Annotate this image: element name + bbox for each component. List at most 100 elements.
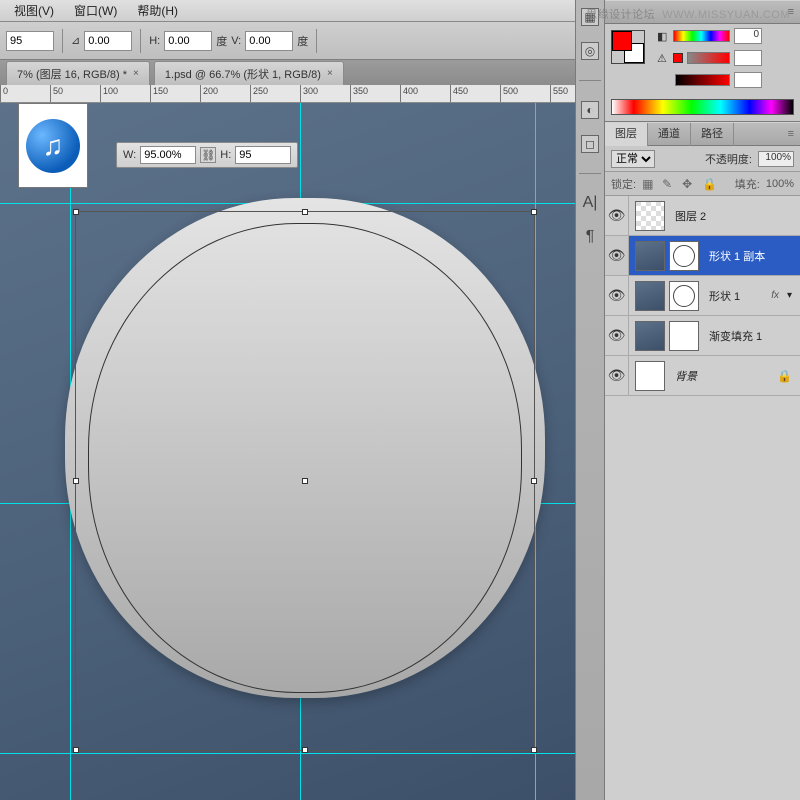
transform-handle[interactable] (73, 747, 79, 753)
h-label: H: (220, 149, 231, 161)
sat-slider[interactable] (687, 52, 730, 64)
visibility-icon[interactable]: 👁 (605, 276, 629, 315)
layer-name[interactable]: 形状 1 副本 (705, 248, 800, 264)
adjustments-icon[interactable]: ◐ (581, 101, 599, 119)
h-value-input[interactable] (235, 146, 291, 164)
layer-row[interactable]: 👁 渐变填充 1 (605, 316, 800, 356)
degree-label-2: 度 (297, 33, 308, 49)
lock-position-icon[interactable]: ✥ (682, 177, 696, 191)
layer-name[interactable]: 图层 2 (671, 208, 800, 224)
hue-value[interactable]: 0 (734, 28, 762, 44)
doc-tab-2[interactable]: 1.psd @ 66.7% (形状 1, RGB/8) × (154, 61, 344, 85)
transform-handle[interactable] (531, 747, 537, 753)
layer-name[interactable]: 背景 (671, 368, 777, 384)
layer-thumbnail[interactable] (635, 361, 665, 391)
close-icon[interactable]: × (133, 68, 139, 79)
sat-value[interactable] (734, 50, 762, 66)
color-panel-header: ≡ (605, 0, 800, 24)
transform-handle[interactable] (531, 478, 537, 484)
visibility-icon[interactable]: 👁 (605, 196, 629, 235)
x-input[interactable] (6, 31, 54, 51)
lock-transparency-icon[interactable]: ▦ (642, 177, 656, 191)
lock-all-icon[interactable]: 🔒 (702, 177, 716, 191)
fill-label: 填充: (735, 176, 760, 192)
layer-row[interactable]: 👁 图层 2 (605, 196, 800, 236)
layer-row[interactable]: 👁 形状 1 fx ▾ (605, 276, 800, 316)
vector-mask-thumbnail[interactable] (669, 241, 699, 271)
transform-wh-readout: W: ⛓ H: (116, 142, 298, 168)
w-value-input[interactable] (140, 146, 196, 164)
transform-handle[interactable] (73, 478, 79, 484)
color-swatch-mini (673, 53, 683, 63)
blend-mode-select[interactable]: 正常 (611, 150, 655, 168)
transform-handle[interactable] (531, 209, 537, 215)
v-input[interactable] (245, 31, 293, 51)
canvas-area[interactable] (0, 103, 575, 800)
shape-path-outline (88, 223, 522, 693)
color-panel: ◧ 0 ⚠ (605, 24, 800, 122)
layer-thumbnail[interactable] (635, 321, 665, 351)
layer-name[interactable]: 渐变填充 1 (705, 328, 800, 344)
tab-paths[interactable]: 路径 (691, 123, 734, 146)
layer-mask-thumbnail[interactable] (669, 321, 699, 351)
opacity-label: 不透明度: (705, 151, 752, 167)
layer-row[interactable]: 👁 背景 🔒 (605, 356, 800, 396)
swatches-icon[interactable]: ▦ (581, 8, 599, 26)
lock-icon: 🔒 (777, 369, 800, 383)
doc-tab-1[interactable]: 7% (图层 16, RGB/8) * × (6, 61, 150, 85)
fill-value[interactable]: 100% (766, 178, 794, 190)
slider-icon: ◧ (657, 30, 669, 42)
visibility-icon[interactable]: 👁 (605, 236, 629, 275)
character-panel-icon[interactable]: A| (583, 194, 598, 212)
lock-label: 锁定: (611, 176, 636, 192)
chevron-down-icon[interactable]: ▾ (787, 290, 800, 301)
vector-mask-thumbnail[interactable] (669, 281, 699, 311)
layer-row[interactable]: 👁 形状 1 副本 (605, 236, 800, 276)
tab-layers[interactable]: 图层 (605, 123, 648, 146)
layer-name[interactable]: 形状 1 (705, 288, 763, 304)
masks-icon[interactable]: ◻ (581, 135, 599, 153)
styles-icon[interactable]: ◎ (581, 42, 599, 60)
itunes-icon: ♫ (26, 119, 80, 173)
layer-thumbnail[interactable] (635, 201, 665, 231)
transform-handle[interactable] (302, 747, 308, 753)
bri-slider[interactable] (675, 74, 730, 86)
bri-value[interactable] (734, 72, 762, 88)
layer-effects-icon[interactable]: fx (763, 290, 787, 301)
opacity-value[interactable]: 100% (758, 151, 794, 167)
layers-panel-header: 图层 通道 路径 ≡ (605, 122, 800, 146)
close-icon[interactable]: × (327, 68, 333, 79)
h-label: H: (149, 35, 160, 47)
collapsed-panel-strip: ▦ ◎ ◐ ◻ A| ¶ (575, 0, 605, 800)
menu-view[interactable]: 视图(V) (4, 2, 64, 19)
paragraph-panel-icon[interactable]: ¶ (586, 228, 595, 246)
link-aspect-icon[interactable]: ⛓ (200, 147, 216, 163)
delta-input[interactable] (84, 31, 132, 51)
foreground-color-swatch[interactable] (612, 31, 632, 51)
hue-slider[interactable] (673, 30, 730, 42)
tab-label: 1.psd @ 66.7% (形状 1, RGB/8) (165, 66, 321, 82)
panel-menu-icon[interactable]: ≡ (782, 128, 800, 140)
degree-label: 度 (216, 33, 227, 49)
lock-pixels-icon[interactable]: ✎ (662, 177, 676, 191)
layer-thumbnail[interactable] (635, 241, 665, 271)
layer-thumbnail[interactable] (635, 281, 665, 311)
menu-help[interactable]: 帮助(H) (127, 2, 188, 19)
ruler-horizontal (0, 85, 605, 103)
right-panel-column: ≡ ◧ 0 ⚠ 图层 (605, 0, 800, 800)
guide-horizontal[interactable] (0, 753, 575, 754)
visibility-icon[interactable]: 👁 (605, 316, 629, 355)
h-input[interactable] (164, 31, 212, 51)
tab-label: 7% (图层 16, RGB/8) * (17, 66, 127, 82)
menu-window[interactable]: 窗口(W) (64, 2, 127, 19)
panel-menu-icon[interactable]: ≡ (782, 6, 800, 18)
v-label: V: (231, 35, 241, 47)
w-label: W: (123, 149, 136, 161)
transform-handle[interactable] (302, 209, 308, 215)
tab-channels[interactable]: 通道 (648, 123, 691, 146)
foreground-background-swatch[interactable] (611, 30, 645, 64)
color-spectrum[interactable] (611, 99, 794, 115)
visibility-icon[interactable]: 👁 (605, 356, 629, 395)
transform-handle[interactable] (73, 209, 79, 215)
delta-icon: ⊿ (71, 34, 80, 47)
